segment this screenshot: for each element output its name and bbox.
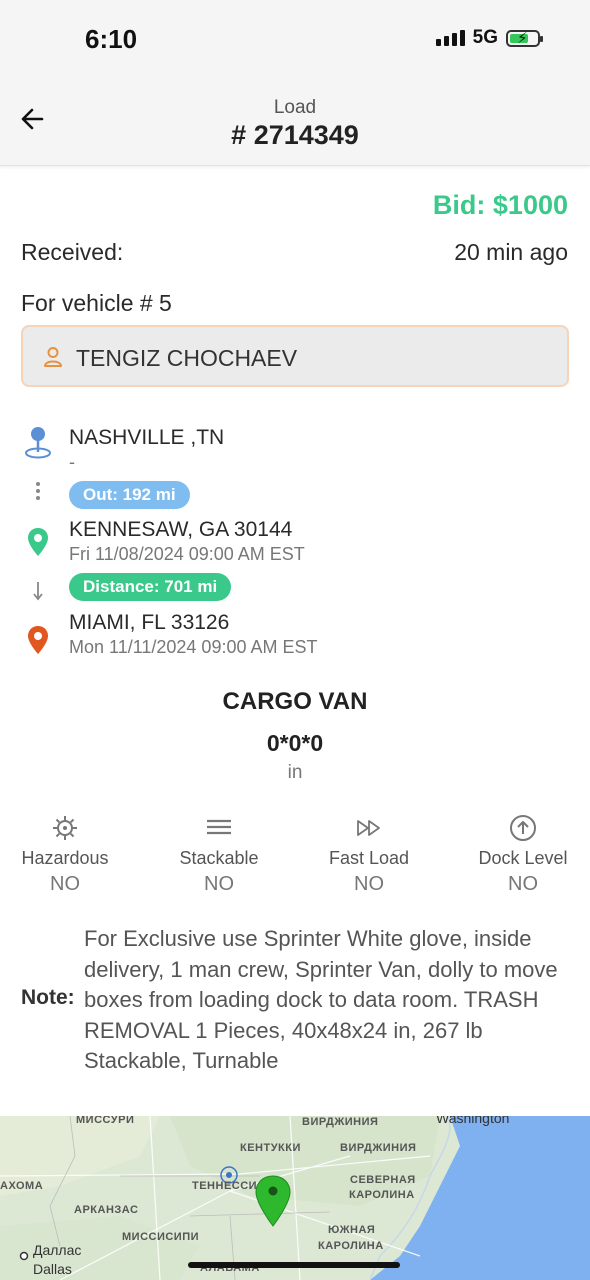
cargo-unit: in xyxy=(287,762,303,783)
status-bar: 6:10 5G ⚡ xyxy=(0,0,590,80)
map-label: ВИРДЖИНИЯ xyxy=(302,1116,379,1128)
bid-amount: Bid: $1000 xyxy=(432,190,568,220)
load-number: # 2714349 xyxy=(231,120,359,150)
received-value: 20 min ago xyxy=(454,239,568,265)
dots-connector-icon xyxy=(36,482,40,500)
out-distance-badge: Out: 192 mi xyxy=(69,481,190,509)
note-text: For Exclusive use Sprinter White glove, … xyxy=(84,926,558,1073)
feature-hazardous: Hazardous NO xyxy=(12,814,118,896)
pickup-city: KENNESAW, GA 30144 xyxy=(69,518,293,541)
origin-sub: - xyxy=(69,452,75,472)
vehicle-label: For vehicle # 5 xyxy=(21,290,172,316)
cargo-dimensions: 0*0*0 xyxy=(266,730,324,756)
map-label: МИССУРИ xyxy=(76,1116,135,1126)
received-label: Received: xyxy=(21,239,124,265)
driver-name: TENGIZ CHOCHAEV xyxy=(76,345,298,371)
arrow-up-circle-icon xyxy=(510,815,536,841)
note-label: Note: xyxy=(21,986,75,1009)
arrow-down-icon xyxy=(33,582,43,601)
map-label: ВИРДЖИНИЯ xyxy=(340,1142,417,1154)
status-time: 6:10 xyxy=(85,24,138,54)
map-label: Даллас xyxy=(33,1242,82,1258)
cargo-type: CARGO VAN xyxy=(222,688,368,715)
feature-value: NO xyxy=(508,873,538,895)
delivery-datetime: Mon 11/11/2024 09:00 AM EST xyxy=(69,637,318,657)
stack-icon xyxy=(207,819,231,835)
network-label: 5G xyxy=(472,27,498,48)
delivery-city: MIAMI, FL 33126 xyxy=(69,611,230,634)
map-label: ЮЖНАЯ xyxy=(328,1224,376,1236)
signal-icon xyxy=(435,30,465,46)
map-background xyxy=(0,1116,590,1280)
person-icon xyxy=(44,347,62,367)
hazard-icon xyxy=(53,816,77,840)
feature-value: NO xyxy=(354,873,384,895)
map-label: КАРОЛИНА xyxy=(318,1240,384,1252)
status-indicators: 5G ⚡ xyxy=(435,27,543,49)
feature-label: Stackable xyxy=(179,848,259,868)
distance-badge: Distance: 701 mi xyxy=(69,573,232,601)
map-label: Dallas xyxy=(33,1261,72,1277)
map-label: АХОМА xyxy=(0,1180,44,1192)
feature-label: Hazardous xyxy=(21,848,109,868)
pickup-pin-icon xyxy=(28,528,48,556)
fast-forward-icon xyxy=(357,820,380,836)
origin-city: NASHVILLE ,TN xyxy=(69,426,225,449)
map-label: Washington xyxy=(436,1116,510,1126)
feature-fast-load: Fast Load NO xyxy=(316,814,422,896)
feature-label: Fast Load xyxy=(328,848,410,868)
feature-label: Dock Level xyxy=(478,848,568,868)
origin-pin-icon xyxy=(25,427,51,459)
map-label: ТЕННЕССИ xyxy=(192,1180,258,1192)
pickup-datetime: Fri 11/08/2024 09:00 AM EST xyxy=(69,544,305,564)
delivery-pin-icon xyxy=(28,626,48,654)
feature-value: NO xyxy=(204,873,234,895)
header: Load # 2714349 xyxy=(0,80,590,166)
map-label: АРКАНЗАС xyxy=(74,1204,139,1216)
map-label: КАРОЛИНА xyxy=(349,1189,415,1201)
header-subtitle: Load xyxy=(273,97,317,118)
battery-icon: ⚡ xyxy=(506,29,543,47)
route-map[interactable]: МИССУРИ ВИРДЖИНИЯ Washington КЕНТУККИ ВИ… xyxy=(0,1116,590,1280)
feature-value: NO xyxy=(50,873,80,895)
map-label: МИССИСИПИ xyxy=(122,1231,200,1243)
feature-stackable: Stackable NO xyxy=(166,814,272,896)
feature-dock-level: Dock Level NO xyxy=(470,814,576,896)
map-label: КЕНТУККИ xyxy=(240,1142,301,1154)
map-label: СЕВЕРНАЯ xyxy=(350,1174,416,1186)
driver-field[interactable]: TENGIZ CHOCHAEV xyxy=(21,325,569,387)
home-indicator[interactable] xyxy=(188,1262,400,1268)
